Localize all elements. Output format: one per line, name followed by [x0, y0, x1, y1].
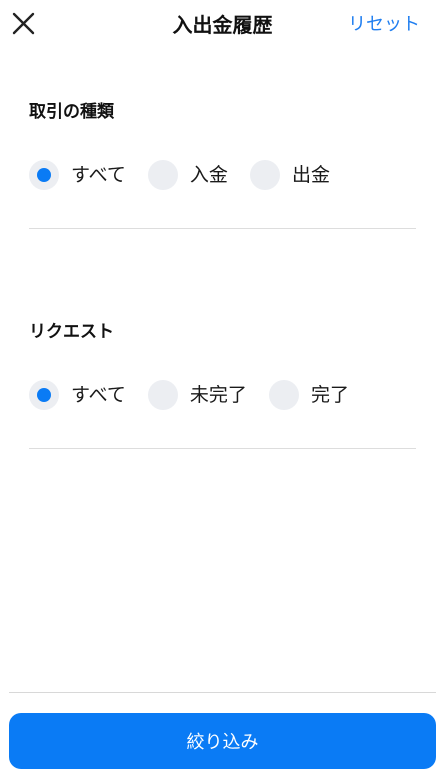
section-divider — [29, 448, 416, 449]
radio-option-incomplete[interactable]: 未完了 — [147, 380, 247, 410]
radio-option-withdrawal[interactable]: 出金 — [249, 160, 330, 190]
section-title: リクエスト — [29, 322, 114, 342]
radio-selected-dot — [37, 168, 51, 182]
header: 入出金履歴 リセット — [0, 0, 445, 50]
radio-option-label: 完了 — [310, 384, 349, 406]
transaction-type-section: 取引の種類 すべて 入金 出金 — [29, 101, 416, 190]
apply-filter-button[interactable]: 絞り込み — [9, 713, 436, 769]
radio-option-deposit[interactable]: 入金 — [147, 160, 228, 190]
radio-button[interactable] — [29, 160, 59, 190]
radio-button[interactable] — [249, 160, 280, 190]
reset-button[interactable]: リセット — [348, 13, 420, 37]
footer-divider — [9, 692, 436, 693]
radio-option-all[interactable]: すべて — [29, 160, 126, 190]
radio-option-label: 未完了 — [189, 384, 247, 406]
close-icon — [12, 12, 35, 35]
radio-button[interactable] — [147, 160, 178, 190]
radio-button[interactable] — [147, 380, 178, 410]
radio-option-label: すべて — [71, 164, 126, 186]
radio-group-transaction-type: すべて 入金 出金 — [29, 160, 416, 190]
radio-option-complete[interactable]: 完了 — [268, 380, 349, 410]
radio-group-request: すべて 未完了 完了 — [29, 380, 416, 410]
radio-option-all[interactable]: すべて — [29, 380, 126, 410]
close-button[interactable] — [8, 8, 40, 40]
radio-button[interactable] — [29, 380, 59, 410]
radio-option-label: 入金 — [189, 164, 228, 186]
section-title: 取引の種類 — [29, 102, 114, 122]
radio-selected-dot — [37, 388, 51, 402]
radio-option-label: 出金 — [291, 164, 330, 186]
radio-button[interactable] — [268, 380, 299, 410]
radio-option-label: すべて — [71, 384, 126, 406]
request-section: リクエスト すべて 未完了 完了 — [29, 321, 416, 410]
section-divider — [29, 228, 416, 229]
